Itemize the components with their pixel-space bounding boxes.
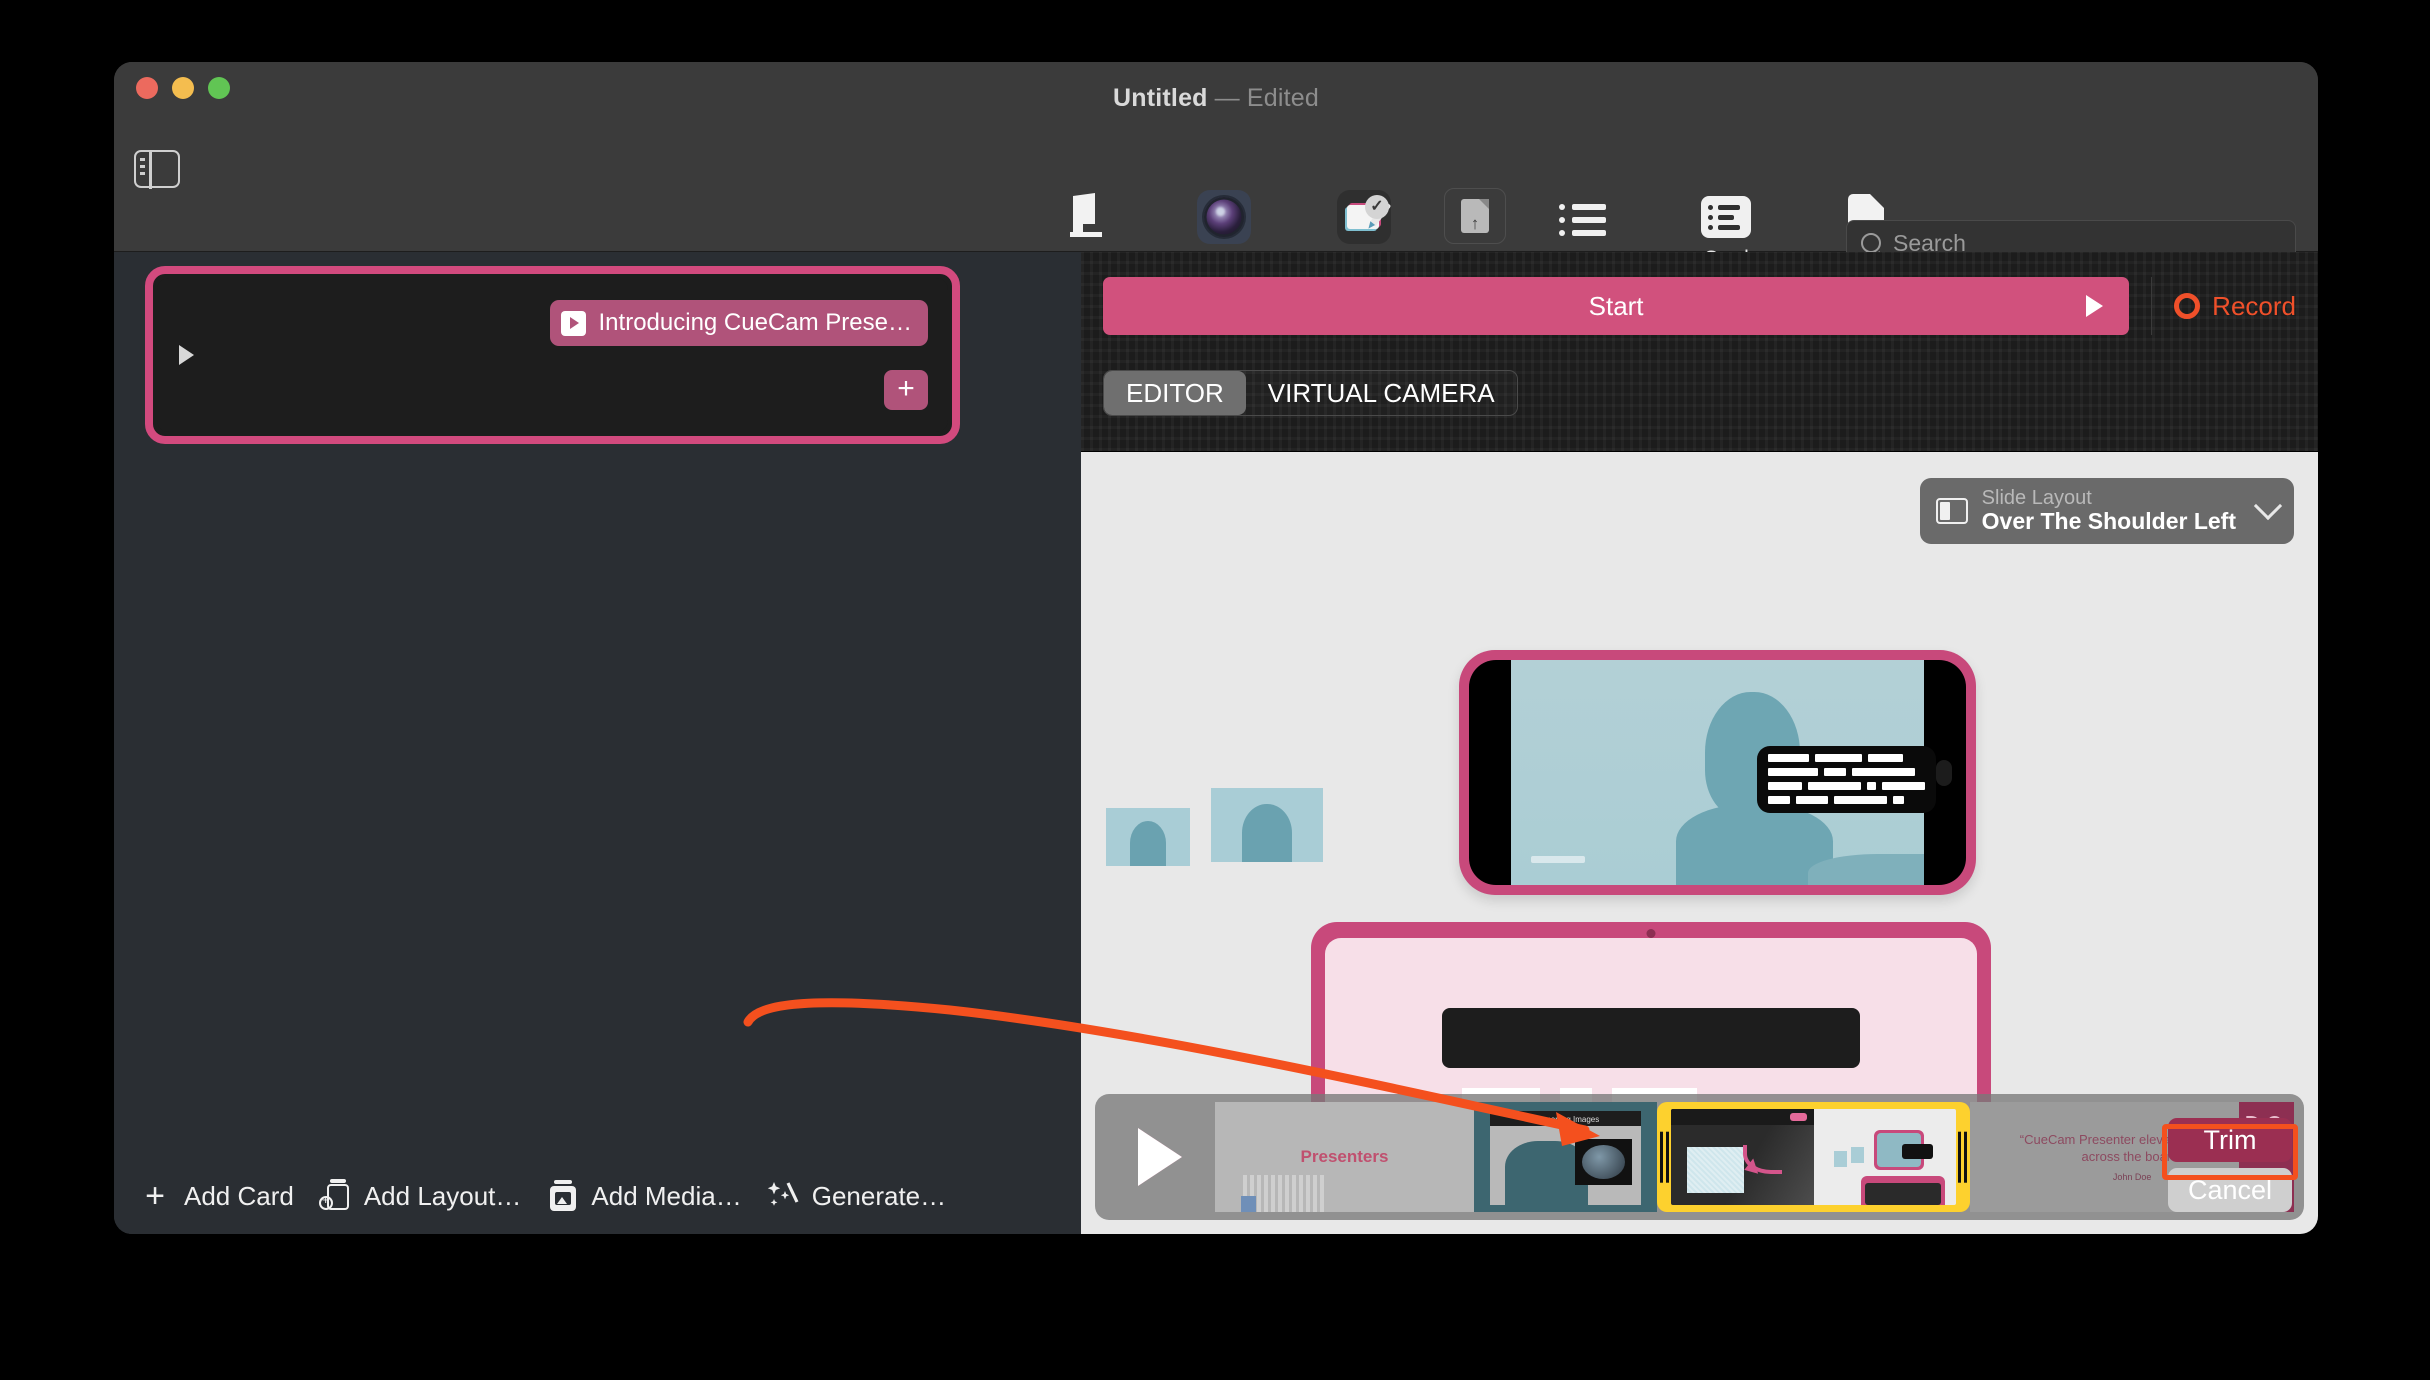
card-chip-label: Introducing CueCam Prese… bbox=[599, 309, 912, 337]
trim-handle-left[interactable] bbox=[1660, 1132, 1669, 1183]
trim-button[interactable]: Trim bbox=[2168, 1118, 2292, 1162]
card-video-chip[interactable]: Introducing CueCam Prese… bbox=[550, 300, 928, 346]
trim-handle-right[interactable] bbox=[1958, 1132, 1967, 1183]
play-triangle-icon bbox=[2086, 295, 2103, 317]
phone-mockup bbox=[1459, 650, 1976, 895]
window-title-dash: — bbox=[1215, 84, 1240, 112]
record-button[interactable]: Record bbox=[2174, 291, 2296, 322]
add-media-icon bbox=[545, 1179, 579, 1213]
add-layout-label: Add Layout… bbox=[364, 1181, 522, 1212]
laptop-mockup bbox=[1311, 922, 1991, 1122]
minimize-button[interactable] bbox=[172, 77, 194, 99]
tab-virtual-camera[interactable]: VIRTUAL CAMERA bbox=[1246, 371, 1517, 415]
divider bbox=[2151, 277, 2152, 335]
add-media-button[interactable]: Add Media… bbox=[545, 1179, 741, 1213]
close-button[interactable] bbox=[136, 77, 158, 99]
add-layout-icon bbox=[318, 1179, 352, 1213]
filmstrip-frame-presenters[interactable]: Presenters bbox=[1215, 1102, 1474, 1212]
window-title-text: Untitled bbox=[1113, 84, 1208, 112]
trim-actions: Trim Cancel bbox=[2168, 1118, 2292, 1212]
play-triangle-icon[interactable] bbox=[179, 345, 194, 365]
add-card-label: Add Card bbox=[184, 1181, 294, 1212]
start-button[interactable]: Start bbox=[1103, 277, 2129, 335]
record-dot-icon bbox=[2174, 293, 2200, 319]
filmstrip-frame-selected[interactable] bbox=[1657, 1102, 1970, 1212]
search-icon bbox=[1861, 233, 1881, 253]
window-body: Introducing CueCam Prese… + + Add Card bbox=[114, 252, 2318, 1234]
caption-overlay bbox=[1757, 746, 1936, 814]
video-filmstrip[interactable]: Presenters Supporting Images bbox=[1095, 1094, 2304, 1220]
cancel-button[interactable]: Cancel bbox=[2168, 1168, 2292, 1212]
window-titlebar: Untitled—Edited Teleprompter Shoot bbox=[114, 62, 2318, 252]
teleprompter-icon bbox=[1057, 190, 1111, 244]
plus-icon: + bbox=[138, 1179, 172, 1213]
document-export-icon[interactable] bbox=[1444, 188, 1506, 244]
record-button-label: Record bbox=[2212, 291, 2296, 322]
mode-segmented-control[interactable]: EDITOR VIRTUAL CAMERA bbox=[1103, 370, 1518, 416]
thumbnail-small-left bbox=[1106, 808, 1190, 866]
card-add-button[interactable]: + bbox=[884, 370, 928, 410]
app-window: Untitled—Edited Teleprompter Shoot bbox=[114, 62, 2318, 1234]
zoom-button[interactable] bbox=[208, 77, 230, 99]
tab-editor[interactable]: EDITOR bbox=[1104, 371, 1246, 415]
add-card-button[interactable]: + Add Card bbox=[138, 1179, 294, 1213]
card-item-highlighted[interactable]: Introducing CueCam Prese… + bbox=[145, 266, 960, 444]
generate-button[interactable]: Generate… bbox=[766, 1179, 946, 1213]
screenshot-root: Untitled—Edited Teleprompter Shoot bbox=[0, 0, 2430, 1380]
start-record-row: Start Record bbox=[1103, 277, 2296, 335]
window-controls[interactable] bbox=[136, 77, 230, 99]
sidebar-toggle-icon[interactable] bbox=[134, 150, 180, 188]
video-pencil-icon: ✓ bbox=[1337, 190, 1391, 244]
play-triangle-icon bbox=[1138, 1128, 1182, 1186]
slide-layout-caption: Slide Layout bbox=[1982, 487, 2236, 509]
window-edited-status: Edited bbox=[1247, 84, 1319, 112]
chevron-down-icon bbox=[2254, 492, 2282, 520]
add-media-label: Add Media… bbox=[591, 1181, 741, 1212]
slide-layout-dropdown[interactable]: Slide Layout Over The Shoulder Left bbox=[1920, 478, 2294, 544]
left-panel: Introducing CueCam Prese… + + Add Card bbox=[114, 252, 1081, 1234]
thumbnail-small-right bbox=[1211, 788, 1323, 862]
camera-lens-icon bbox=[1197, 190, 1251, 244]
filmstrip-frame-label: Supporting Images bbox=[1490, 1111, 1640, 1126]
filmstrip-frame-label: Presenters bbox=[1301, 1147, 1389, 1167]
check-badge-icon: ✓ bbox=[1365, 195, 1389, 219]
add-layout-button[interactable]: Add Layout… bbox=[318, 1179, 522, 1213]
left-bottom-toolbar: + Add Card Add Layout… Add Media… bbox=[114, 1158, 1081, 1234]
slide-layout-icon bbox=[1936, 498, 1968, 524]
filmstrip-frames: Presenters Supporting Images bbox=[1215, 1102, 2294, 1212]
right-panel: Start Record EDITOR VIRTUAL CAMERA bbox=[1081, 252, 2318, 1234]
filmstrip-play-button[interactable] bbox=[1105, 1128, 1215, 1186]
window-title: Untitled—Edited bbox=[114, 84, 2318, 113]
filmstrip-frame-supporting-images[interactable]: Supporting Images bbox=[1474, 1102, 1657, 1212]
right-panel-header: Start Record EDITOR VIRTUAL CAMERA bbox=[1081, 252, 2318, 452]
card-inner: Introducing CueCam Prese… + bbox=[157, 278, 948, 432]
slide-layout-value: Over The Shoulder Left bbox=[1982, 509, 2236, 535]
sparkle-wand-icon bbox=[766, 1179, 800, 1213]
video-play-icon bbox=[561, 311, 586, 336]
preview-area: Slide Layout Over The Shoulder Left bbox=[1081, 452, 2318, 1234]
dashboard-list-icon bbox=[1559, 190, 1613, 244]
generate-label: Generate… bbox=[812, 1181, 946, 1212]
card-icon bbox=[1701, 196, 1751, 238]
start-button-label: Start bbox=[1589, 291, 1644, 322]
